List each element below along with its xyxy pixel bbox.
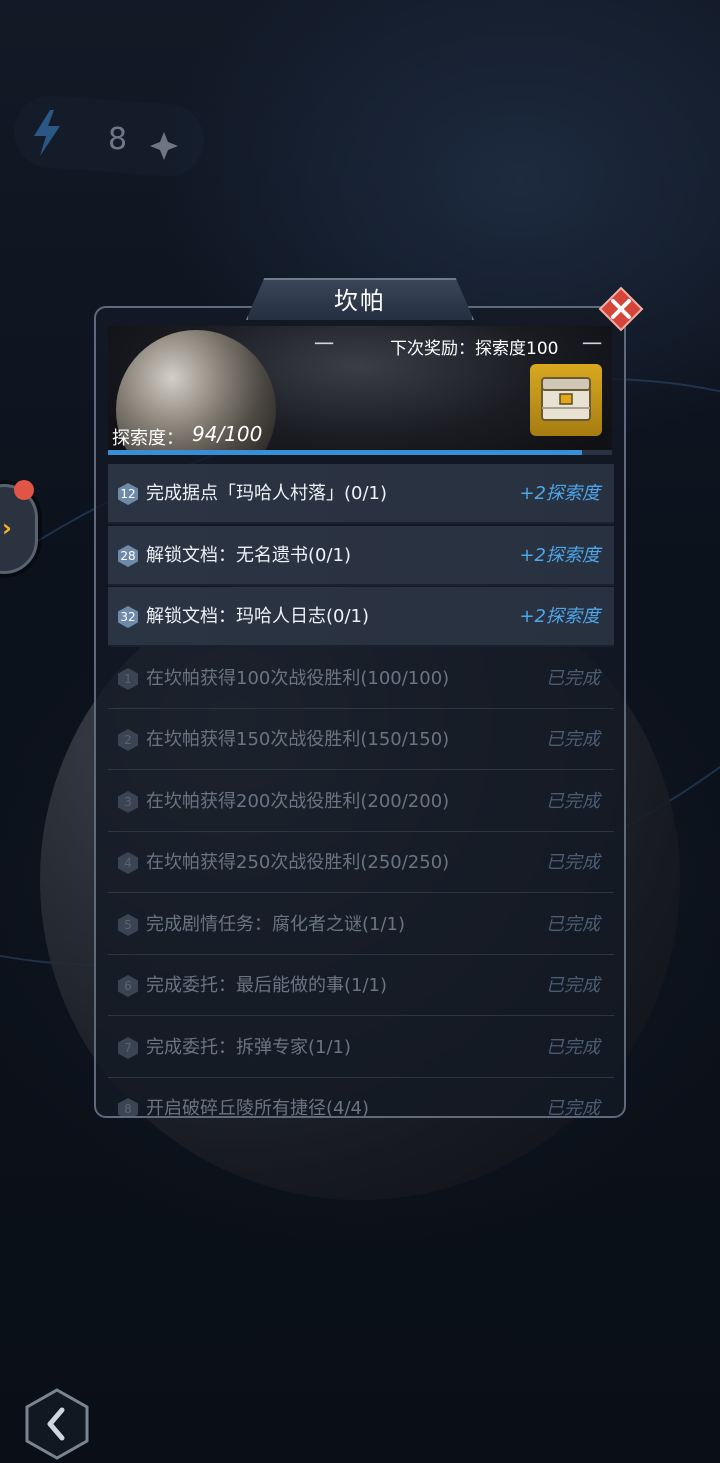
task-row[interactable]: 32 解锁文档：玛哈人日志(0/1) +2探索度	[108, 587, 614, 647]
task-row[interactable]: 4 在坎帕获得250次战役胜利(250/250) 已完成	[108, 833, 614, 893]
task-label: 在坎帕获得150次战役胜利(150/150)	[146, 729, 450, 750]
task-number: 1	[124, 671, 132, 686]
task-number: 8	[124, 1102, 132, 1116]
banner-dash: 一	[582, 332, 602, 356]
task-status: 已完成	[546, 975, 600, 996]
task-number: 6	[124, 979, 132, 993]
task-row[interactable]: 2 在坎帕获得150次战役胜利(150/150) 已完成	[108, 710, 614, 770]
task-reward: +2探索度	[519, 544, 600, 566]
task-row[interactable]: 28 解锁文档：无名遗书(0/1) +2探索度	[108, 525, 614, 586]
add-energy-icon[interactable]	[146, 128, 182, 164]
task-label: 解锁文档：玛哈人日志(0/1)	[146, 606, 370, 627]
dialog-title: 坎帕	[334, 287, 386, 315]
task-status: 已完成	[546, 667, 600, 689]
explore-progress-fill	[108, 450, 582, 455]
task-label: 在坎帕获得250次战役胜利(250/250)	[146, 852, 450, 873]
reward-chest-button[interactable]	[530, 364, 602, 436]
task-status: 已完成	[546, 1036, 600, 1058]
task-row[interactable]: 7 完成委托：拆弹专家(1/1) 已完成	[108, 1018, 614, 1078]
task-label: 完成委托：最后能做的事(1/1)	[146, 975, 388, 996]
exploration-dialog: 一 下次奖励：探索度100 一 探索度： 94/100 12 完成据点「玛哈人村落…	[94, 306, 626, 1118]
task-label: 完成委托：拆弹专家(1/1)	[146, 1036, 352, 1058]
task-number: 3	[124, 794, 132, 809]
notification-dot	[14, 480, 34, 500]
task-row[interactable]: 3 在坎帕获得200次战役胜利(200/200) 已完成	[108, 772, 614, 832]
planet-banner: 一 下次奖励：探索度100 一 探索度： 94/100	[108, 326, 612, 454]
lightning-icon	[34, 110, 60, 156]
chevron-right-icon[interactable]: ›	[2, 514, 12, 542]
close-button[interactable]	[598, 286, 644, 332]
banner-dash: 一	[314, 332, 334, 356]
task-number: 2	[124, 733, 132, 747]
task-number: 5	[124, 917, 132, 932]
explore-progress-bar	[108, 450, 612, 455]
task-row[interactable]: 6 完成委托：最后能做的事(1/1) 已完成	[108, 956, 614, 1016]
task-row[interactable]: 5 完成剧情任务：腐化者之谜(1/1) 已完成	[108, 895, 614, 955]
task-label: 解锁文档：无名遗书(0/1)	[146, 544, 352, 566]
chest-icon	[541, 377, 591, 421]
energy-count: 8	[108, 122, 128, 157]
task-status: 已完成	[546, 1098, 600, 1116]
task-reward: +2探索度	[519, 483, 600, 504]
task-number: 7	[124, 1040, 132, 1055]
next-reward-label: 下次奖励：探索度100	[390, 339, 559, 359]
explore-value: 94/100	[192, 422, 263, 446]
task-row[interactable]: 1 在坎帕获得100次战役胜利(100/100) 已完成	[108, 649, 614, 709]
task-label: 在坎帕获得100次战役胜利(100/100)	[146, 667, 450, 689]
explore-label: 探索度：	[112, 428, 184, 449]
task-number: 12	[120, 487, 136, 501]
task-list[interactable]: 12 完成据点「玛哈人村落」(0/1) +2探索度 28 解锁文档：无名遗书(0/1) +…	[108, 464, 614, 1116]
task-label: 开启破碎丘陵所有捷径(4/4)	[146, 1098, 370, 1116]
back-button[interactable]	[24, 1388, 90, 1460]
task-row[interactable]: 12 完成据点「玛哈人村落」(0/1) +2探索度	[108, 464, 614, 524]
task-number: 28	[120, 548, 136, 563]
screen: 8 › 一 下次奖励：探索度100 一 探索度： 94/100 12 完成据点「…	[0, 0, 720, 1463]
task-status: 已完成	[546, 729, 600, 750]
task-number: 32	[120, 610, 136, 624]
task-status: 已完成	[546, 852, 600, 873]
task-row[interactable]: 8 开启破碎丘陵所有捷径(4/4) 已完成	[108, 1079, 614, 1116]
task-status: 已完成	[546, 790, 600, 812]
task-status: 已完成	[546, 913, 600, 935]
task-label: 完成据点「玛哈人村落」(0/1)	[146, 483, 388, 504]
task-label: 在坎帕获得200次战役胜利(200/200)	[146, 790, 450, 812]
task-reward: +2探索度	[519, 606, 600, 627]
task-label: 完成剧情任务：腐化者之谜(1/1)	[146, 913, 406, 935]
task-number: 4	[124, 856, 132, 870]
